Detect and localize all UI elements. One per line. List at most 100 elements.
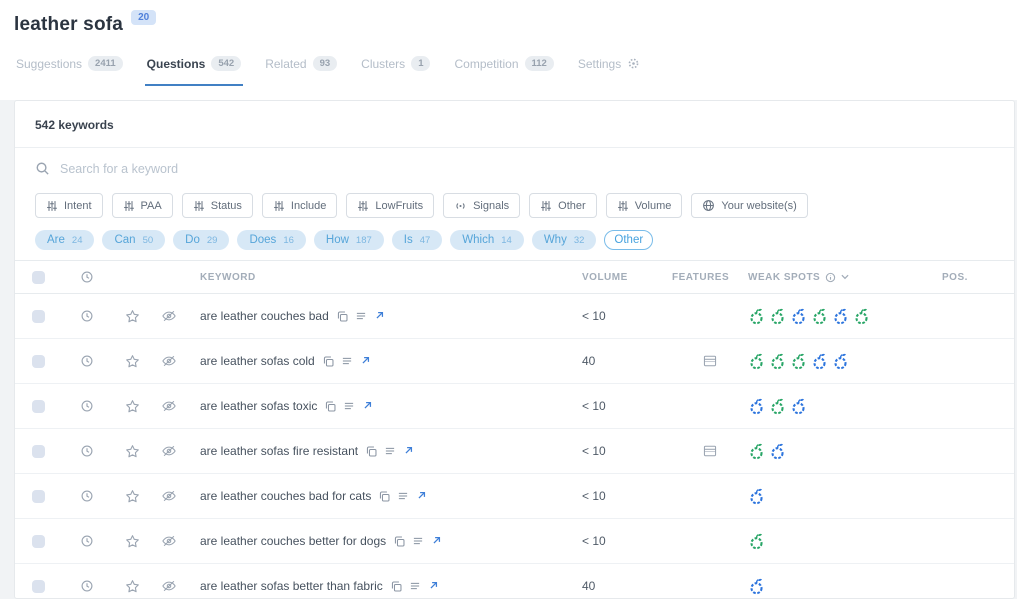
copy-icon[interactable]: [336, 310, 349, 323]
column-header-weak-spots[interactable]: WEAK SPOTS: [748, 272, 942, 283]
weak-spot-fruit-icon-green[interactable]: [748, 442, 765, 460]
eye-off-icon[interactable]: [161, 309, 177, 323]
chip-why[interactable]: Why 32: [531, 230, 597, 250]
clock-icon[interactable]: [80, 444, 94, 458]
eye-off-icon[interactable]: [161, 399, 177, 413]
filter-button-paa[interactable]: PAA: [111, 193, 173, 218]
copy-icon[interactable]: [365, 445, 378, 458]
filter-button-include[interactable]: Include: [261, 193, 338, 218]
chip-how[interactable]: How 187: [313, 230, 384, 250]
row-checkbox[interactable]: [31, 444, 45, 458]
copy-icon[interactable]: [390, 580, 403, 593]
select-all-checkbox[interactable]: [31, 270, 45, 284]
filter-button-intent[interactable]: Intent: [35, 193, 103, 218]
info-icon[interactable]: [825, 272, 836, 283]
list-icon[interactable]: [355, 310, 367, 322]
list-icon[interactable]: [343, 400, 355, 412]
filter-button-signals[interactable]: Signals: [443, 193, 521, 218]
clock-icon[interactable]: [80, 399, 94, 413]
row-checkbox[interactable]: [31, 579, 45, 593]
weak-spot-fruit-icon-blue[interactable]: [790, 307, 807, 325]
star-icon[interactable]: [125, 534, 140, 549]
weak-spot-fruit-icon-blue[interactable]: [748, 397, 765, 415]
chip-which[interactable]: Which 14: [450, 230, 524, 250]
clock-icon[interactable]: [80, 534, 94, 548]
tab-settings[interactable]: Settings: [576, 52, 642, 86]
eye-off-icon[interactable]: [161, 444, 177, 458]
tab-related[interactable]: Related 93: [263, 52, 339, 86]
clock-icon[interactable]: [80, 309, 94, 323]
star-icon[interactable]: [125, 309, 140, 324]
filter-button-your-website-s-[interactable]: Your website(s): [691, 193, 808, 218]
external-link-icon[interactable]: [430, 536, 441, 547]
row-checkbox[interactable]: [31, 399, 45, 413]
weak-spot-fruit-icon-blue[interactable]: [832, 307, 849, 325]
weak-spot-fruit-icon-blue[interactable]: [748, 577, 765, 595]
column-header-volume[interactable]: VOLUME: [582, 272, 672, 283]
column-header-keyword[interactable]: KEYWORD: [187, 272, 582, 283]
copy-icon[interactable]: [393, 535, 406, 548]
star-icon[interactable]: [125, 579, 140, 594]
filter-button-status[interactable]: Status: [181, 193, 253, 218]
tab-suggestions[interactable]: Suggestions 2411: [14, 52, 125, 86]
eye-off-icon[interactable]: [161, 579, 177, 593]
list-icon[interactable]: [412, 535, 424, 547]
star-icon[interactable]: [125, 399, 140, 414]
star-icon[interactable]: [125, 444, 140, 459]
chip-do[interactable]: Do 29: [173, 230, 230, 250]
weak-spot-fruit-icon-green[interactable]: [769, 352, 786, 370]
chip-can[interactable]: Can 50: [102, 230, 166, 250]
external-link-icon[interactable]: [359, 356, 370, 367]
weak-spot-fruit-icon-green[interactable]: [811, 307, 828, 325]
weak-spot-fruit-icon-green[interactable]: [790, 352, 807, 370]
list-icon[interactable]: [409, 580, 421, 592]
list-icon[interactable]: [397, 490, 409, 502]
filter-button-lowfruits[interactable]: LowFruits: [346, 193, 435, 218]
chip-other[interactable]: Other: [604, 230, 654, 250]
clock-icon[interactable]: [80, 489, 94, 503]
column-header-pos[interactable]: POS.: [942, 272, 1014, 283]
eye-off-icon[interactable]: [161, 489, 177, 503]
star-icon[interactable]: [125, 354, 140, 369]
weak-spot-fruit-icon-green[interactable]: [769, 307, 786, 325]
clock-icon[interactable]: [80, 579, 94, 593]
copy-icon[interactable]: [378, 490, 391, 503]
weak-spot-fruit-icon-green[interactable]: [748, 532, 765, 550]
tab-questions[interactable]: Questions 542: [144, 52, 244, 86]
search-input[interactable]: [60, 161, 994, 176]
external-link-icon[interactable]: [427, 581, 438, 592]
external-link-icon[interactable]: [373, 311, 384, 322]
weak-spot-fruit-icon-blue[interactable]: [769, 442, 786, 460]
external-link-icon[interactable]: [361, 401, 372, 412]
eye-off-icon[interactable]: [161, 534, 177, 548]
weak-spot-fruit-icon-blue[interactable]: [832, 352, 849, 370]
eye-off-icon[interactable]: [161, 354, 177, 368]
chip-is[interactable]: Is 47: [391, 230, 443, 250]
weak-spot-fruit-icon-blue[interactable]: [811, 352, 828, 370]
row-checkbox[interactable]: [31, 309, 45, 323]
weak-spot-fruit-icon-blue[interactable]: [790, 397, 807, 415]
clock-icon[interactable]: [80, 354, 94, 368]
external-link-icon[interactable]: [415, 491, 426, 502]
weak-spot-fruit-icon-blue[interactable]: [748, 487, 765, 505]
external-link-icon[interactable]: [402, 446, 413, 457]
list-icon[interactable]: [341, 355, 353, 367]
copy-icon[interactable]: [322, 355, 335, 368]
weak-spot-fruit-icon-green[interactable]: [769, 397, 786, 415]
column-header-features[interactable]: FEATURES: [672, 272, 748, 283]
row-checkbox[interactable]: [31, 354, 45, 368]
list-icon[interactable]: [384, 445, 396, 457]
chip-does[interactable]: Does 16: [237, 230, 306, 250]
clock-icon[interactable]: [80, 270, 94, 284]
tab-clusters[interactable]: Clusters 1: [359, 52, 432, 86]
filter-button-volume[interactable]: Volume: [605, 193, 683, 218]
weak-spot-fruit-icon-green[interactable]: [853, 307, 870, 325]
chip-are[interactable]: Are 24: [35, 230, 95, 250]
weak-spot-fruit-icon-green[interactable]: [748, 307, 765, 325]
tab-competition[interactable]: Competition 112: [452, 52, 555, 86]
row-checkbox[interactable]: [31, 534, 45, 548]
weak-spot-fruit-icon-green[interactable]: [748, 352, 765, 370]
row-checkbox[interactable]: [31, 489, 45, 503]
copy-icon[interactable]: [324, 400, 337, 413]
filter-button-other[interactable]: Other: [529, 193, 597, 218]
